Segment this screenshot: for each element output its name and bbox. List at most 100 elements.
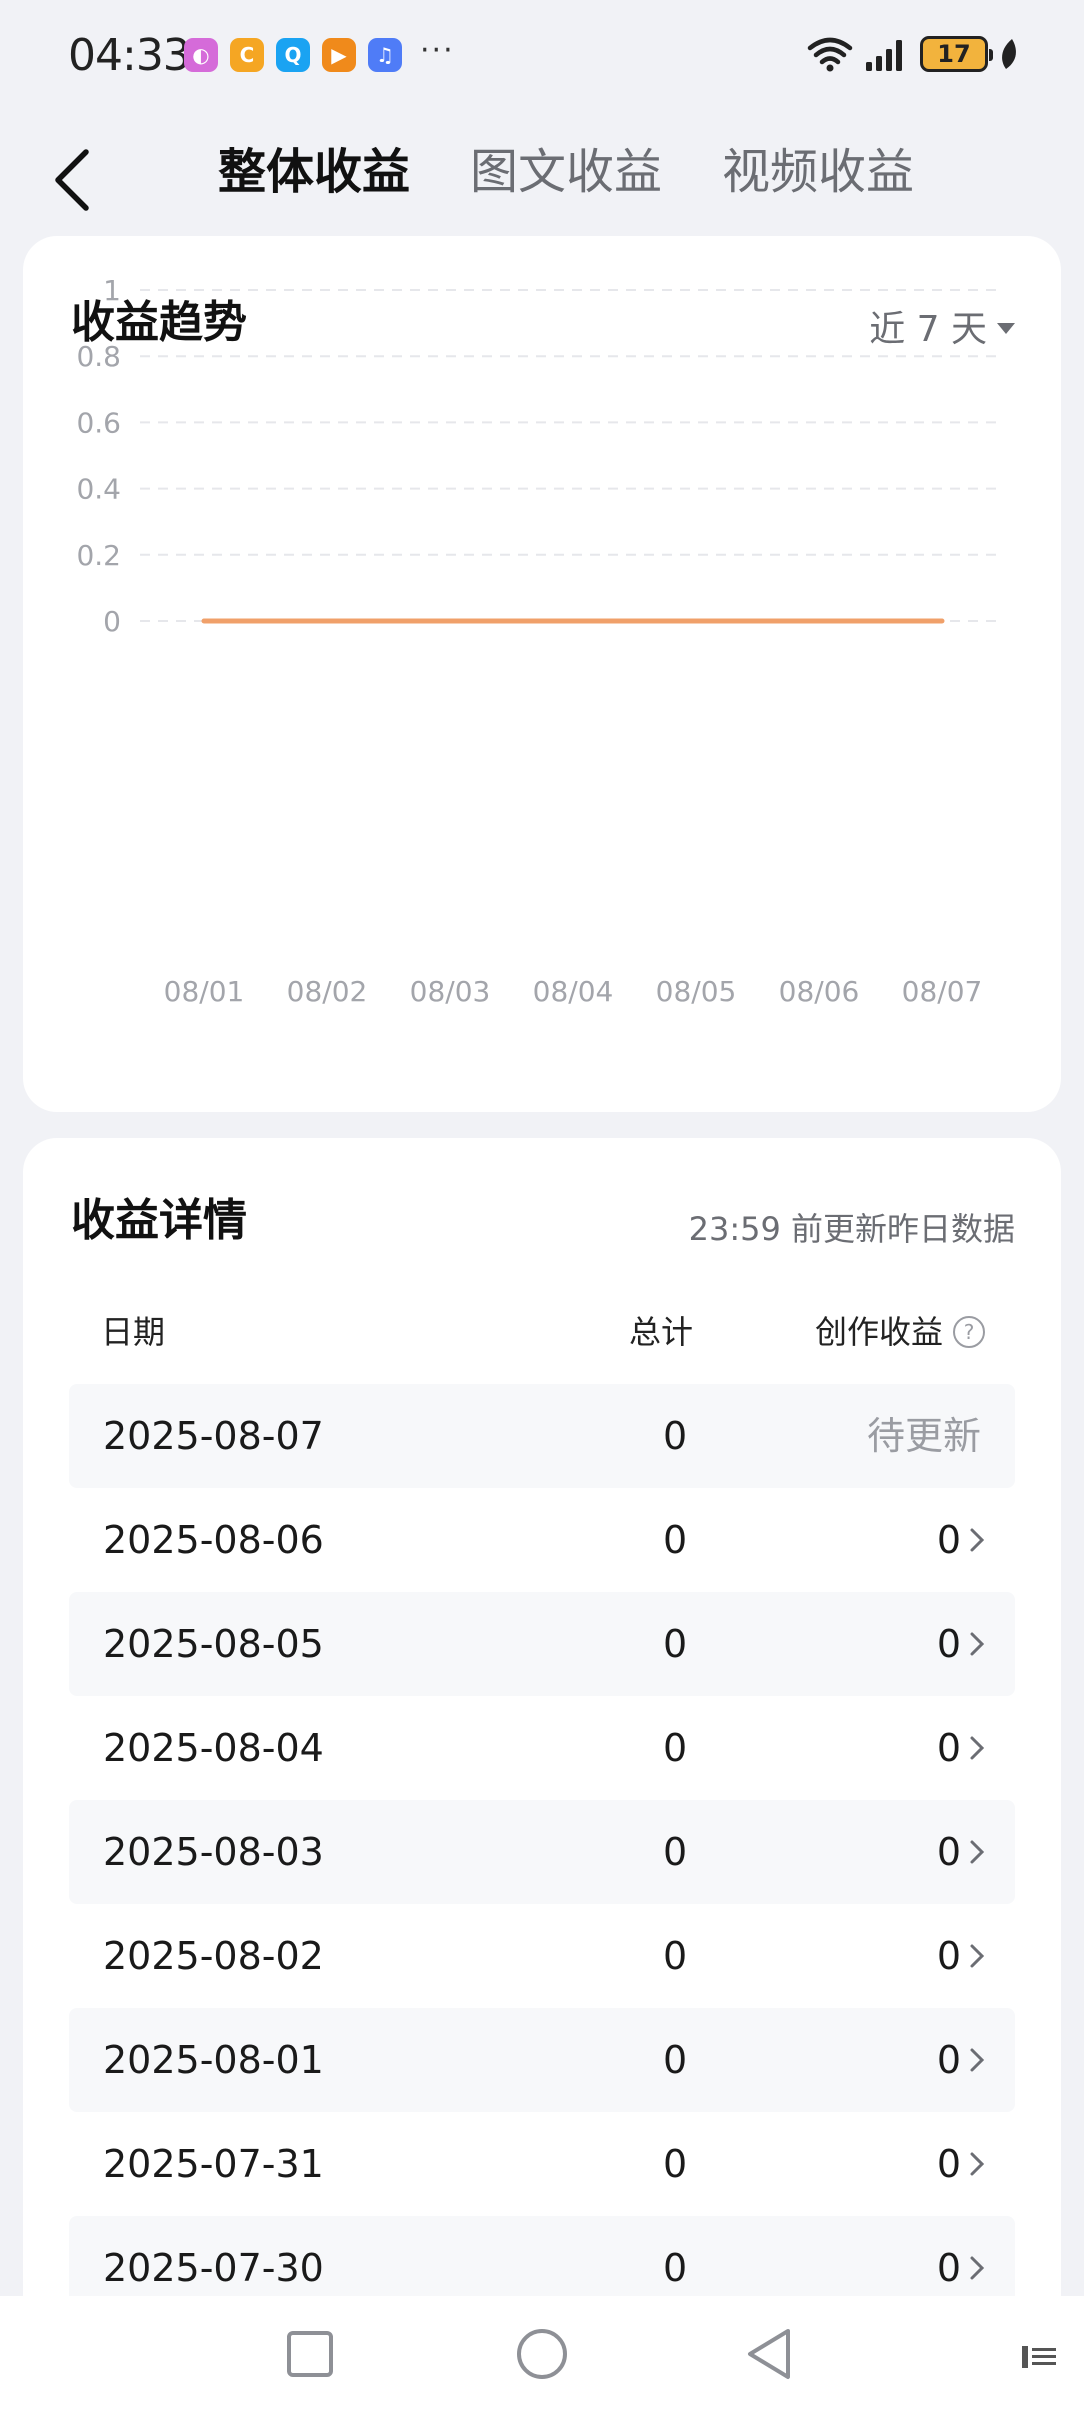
row-total: 0 xyxy=(663,1934,688,1978)
system-icons: 17 xyxy=(806,34,1020,74)
column-total: 总计 xyxy=(628,1313,693,1351)
row-earnings: 0 xyxy=(937,2112,985,2216)
y-tick-label: 0.4 xyxy=(76,473,121,506)
chevron-right-icon xyxy=(970,1632,985,1656)
back-button[interactable] xyxy=(40,140,104,220)
x-tick-label: 08/01 xyxy=(164,975,245,1008)
chevron-right-icon xyxy=(970,2152,985,2176)
circle-icon xyxy=(517,2329,567,2379)
row-earnings-value: 0 xyxy=(936,1622,961,1666)
app-search-icon: Q xyxy=(276,38,310,72)
row-earnings-value: 0 xyxy=(936,1934,961,1978)
chevron-right-icon xyxy=(970,1736,985,1760)
help-icon[interactable]: ? xyxy=(953,1316,985,1348)
table-row[interactable]: 2025-08-03 0 0 xyxy=(69,1800,1015,1904)
row-earnings-value: 0 xyxy=(936,2142,961,2186)
x-tick-label: 08/06 xyxy=(779,975,860,1008)
triangle-back-icon xyxy=(748,2329,790,2379)
y-tick-label: 0.8 xyxy=(76,340,121,373)
row-date: 2025-08-07 xyxy=(103,1414,324,1458)
row-earnings-value: 0 xyxy=(936,1830,961,1874)
table-row[interactable]: 2025-08-02 0 0 xyxy=(69,1904,1015,2008)
notification-icons: ◐ C Q ▶ ♫ ··· xyxy=(184,33,455,72)
chevron-right-icon xyxy=(970,2048,985,2072)
tab-bar: 整体收益 图文收益 视频收益 xyxy=(218,132,914,212)
row-date: 2025-08-06 xyxy=(103,1518,324,1562)
system-nav-bar xyxy=(0,2296,1084,2412)
x-tick-label: 08/07 xyxy=(902,975,983,1008)
signal-icon xyxy=(866,40,902,71)
home-button[interactable] xyxy=(508,2320,576,2388)
row-date: 2025-08-04 xyxy=(103,1726,324,1770)
row-earnings-value: 0 xyxy=(936,2038,961,2082)
row-total: 0 xyxy=(663,1726,688,1770)
x-tick-label: 08/05 xyxy=(656,975,737,1008)
column-earnings-label: 创作收益 xyxy=(814,1313,943,1351)
menu-icon xyxy=(1022,2346,1056,2368)
update-note: 23:59 前更新昨日数据 xyxy=(688,1210,1015,1248)
chevron-right-icon xyxy=(970,1840,985,1864)
y-tick-label: 0.2 xyxy=(76,539,121,572)
table-row[interactable]: 2025-08-01 0 0 xyxy=(69,2008,1015,2112)
table-row[interactable]: 2025-08-05 0 0 xyxy=(69,1592,1015,1696)
app-music-icon: ♫ xyxy=(368,38,402,72)
tab-article-earnings[interactable]: 图文收益 xyxy=(470,132,662,212)
tab-overall-earnings[interactable]: 整体收益 xyxy=(218,132,410,212)
earnings-line-chart: 1 0.8 0.6 0.4 0.2 0 08/01 08/02 08/03 08/04 08/05 0… xyxy=(76,274,1004,1008)
row-total: 0 xyxy=(663,1518,688,1562)
more-notifications-icon: ··· xyxy=(420,32,455,68)
row-earnings-value: 0 xyxy=(936,1518,961,1562)
row-earnings-value: 待更新 xyxy=(866,1414,981,1458)
chevron-right-icon xyxy=(970,1528,985,1552)
column-date: 日期 xyxy=(101,1313,166,1351)
tab-video-earnings[interactable]: 视频收益 xyxy=(722,132,914,212)
row-earnings-value: 0 xyxy=(936,1726,961,1770)
row-date: 2025-08-02 xyxy=(103,1934,324,1978)
table-row: 2025-08-07 0 待更新 xyxy=(69,1384,1015,1488)
x-tick-label: 08/04 xyxy=(533,975,614,1008)
chevron-left-icon xyxy=(55,149,89,211)
x-tick-label: 08/03 xyxy=(410,975,491,1008)
row-earnings: 0 xyxy=(937,1800,985,1904)
row-date: 2025-07-31 xyxy=(103,2142,324,2186)
row-total: 0 xyxy=(663,2038,688,2082)
earnings-table: 2025-08-07 0 待更新 2025-08-06 0 0 2025-08-05 0 0 20… xyxy=(69,1384,1015,2320)
battery-icon: 17 xyxy=(920,36,993,72)
earnings-detail-card: 收益详情 23:59 前更新昨日数据 日期 总计 创作收益 ? 2025-08-… xyxy=(23,1138,1061,2412)
earnings-trend-card: 收益趋势 近 7 天 1 0.8 0.6 0.4 0.2 0 08/01 08/02 08/03… xyxy=(23,236,1061,1112)
table-header: 日期 总计 创作收益 ? xyxy=(23,1302,1061,1362)
chevron-right-icon xyxy=(970,2256,985,2280)
column-earnings: 创作收益 ? xyxy=(815,1302,985,1362)
table-row[interactable]: 2025-07-31 0 0 xyxy=(69,2112,1015,2216)
header: 整体收益 图文收益 视频收益 xyxy=(0,110,1084,230)
y-tick-label: 0.6 xyxy=(76,406,121,439)
x-tick-label: 08/02 xyxy=(287,975,368,1008)
app-circle-icon: C xyxy=(230,38,264,72)
detail-title: 收益详情 xyxy=(71,1195,247,1246)
table-row[interactable]: 2025-08-04 0 0 xyxy=(69,1696,1015,1800)
chevron-right-icon xyxy=(970,1944,985,1968)
row-earnings: 0 xyxy=(937,1488,985,1592)
row-earnings: 0 xyxy=(937,1904,985,2008)
table-row[interactable]: 2025-08-06 0 0 xyxy=(69,1488,1015,1592)
status-time: 04:33 xyxy=(68,30,191,81)
row-earnings: 待更新 xyxy=(867,1384,981,1488)
leaf-icon xyxy=(1002,39,1016,69)
row-total: 0 xyxy=(663,1414,688,1458)
row-date: 2025-08-01 xyxy=(103,2038,324,2082)
row-earnings: 0 xyxy=(937,1696,985,1800)
wifi-icon xyxy=(807,37,853,72)
row-earnings: 0 xyxy=(937,1592,985,1696)
screen: 04:33 ◐ C Q ▶ ♫ ··· 17 整体收益 图文收益 视频收益 收益… xyxy=(0,0,1084,2412)
status-bar: 04:33 ◐ C Q ▶ ♫ ··· 17 xyxy=(0,0,1084,110)
square-icon xyxy=(287,2331,333,2377)
row-earnings: 0 xyxy=(937,2008,985,2112)
y-tick-label: 1 xyxy=(103,274,121,307)
row-date: 2025-08-05 xyxy=(103,1622,324,1666)
row-total: 0 xyxy=(663,1830,688,1874)
row-total: 0 xyxy=(663,1622,688,1666)
back-nav-button[interactable] xyxy=(736,2320,804,2388)
app-play-icon: ▶ xyxy=(322,38,356,72)
row-total: 0 xyxy=(663,2142,688,2186)
recent-apps-button[interactable] xyxy=(276,2320,344,2388)
